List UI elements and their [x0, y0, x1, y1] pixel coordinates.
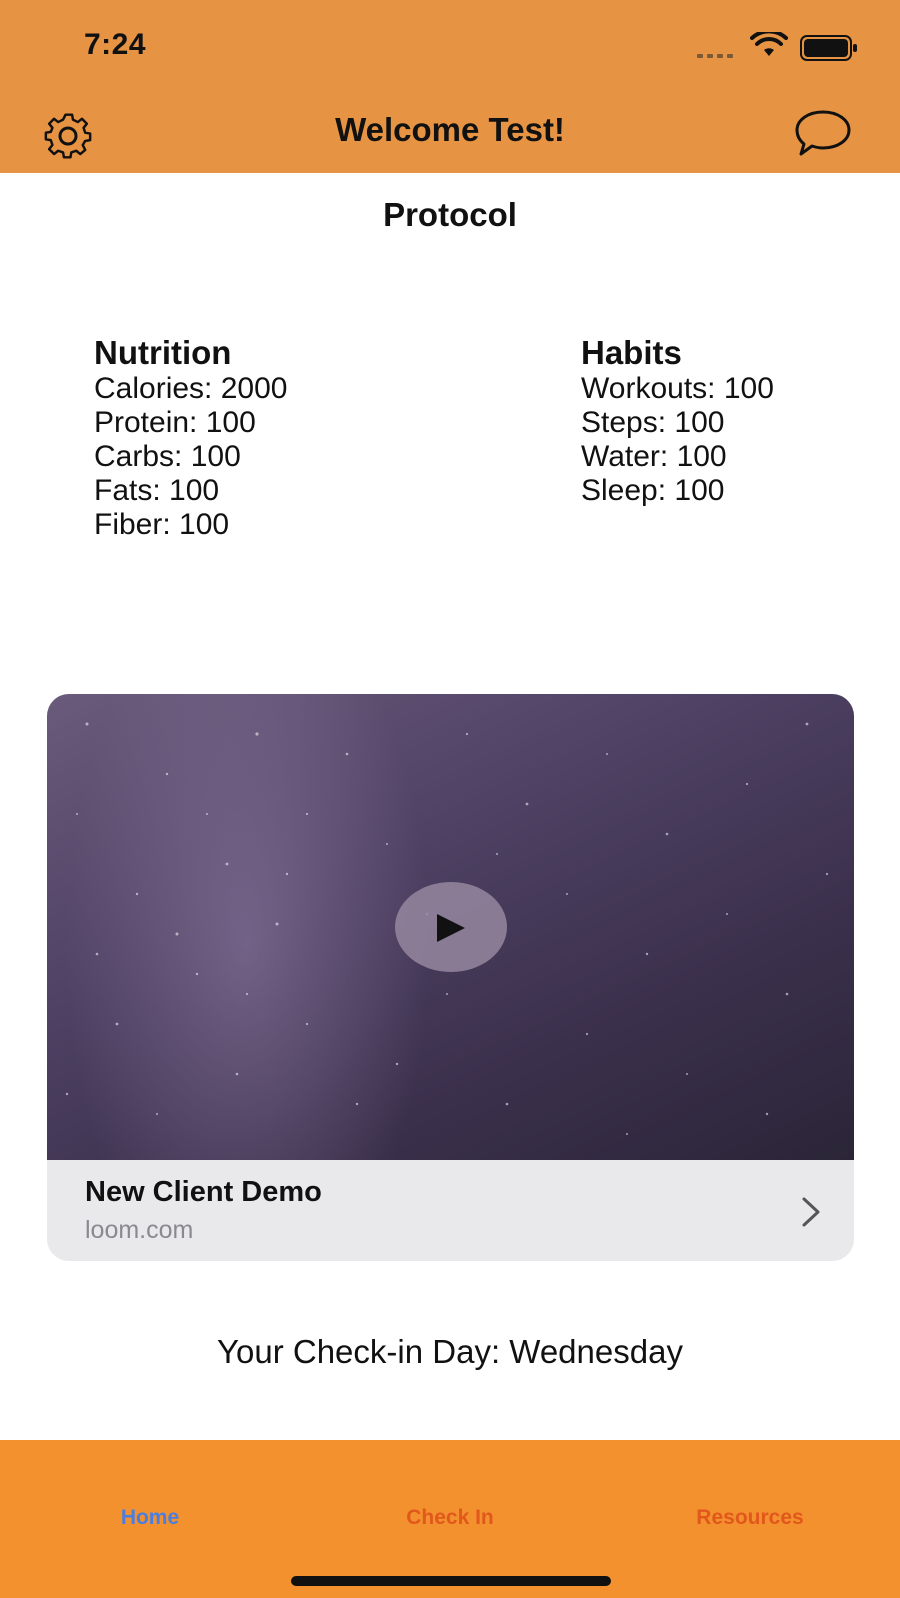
play-button[interactable] [395, 882, 507, 972]
habits-row: Steps: 100 [581, 406, 725, 439]
nutrition-row: Calories: 2000 [94, 372, 288, 405]
card-domain: loom.com [85, 1216, 194, 1244]
nutrition-row: Protein: 100 [94, 406, 256, 439]
tab-resources[interactable]: Resources [600, 1506, 900, 1530]
tab-home[interactable]: Home [0, 1506, 300, 1530]
chat-bubble-icon[interactable] [793, 108, 853, 158]
nutrition-row: Fats: 100 [94, 474, 220, 507]
home-indicator [291, 1576, 611, 1586]
cellular-signal-icon [697, 54, 733, 58]
video-thumbnail[interactable] [47, 694, 854, 1160]
nutrition-row: Fiber: 100 [94, 508, 230, 541]
status-time: 7:24 [84, 28, 147, 61]
play-icon [437, 914, 465, 942]
habits-row: Workouts: 100 [581, 372, 774, 405]
habits-section: Habits Workouts: 100 Steps: 100 Water: 1… [581, 334, 774, 508]
header-bar: 7:24 Welcome Test! [0, 0, 900, 173]
protocol-title: Protocol [383, 196, 517, 233]
tab-bar: Home Check In Resources [0, 1440, 900, 1598]
nav-title: Welcome Test! [335, 111, 565, 148]
video-link-card[interactable]: New Client Demo loom.com [47, 694, 854, 1261]
nutrition-section: Nutrition Calories: 2000 Protein: 100 Ca… [94, 334, 287, 542]
battery-icon [800, 35, 857, 61]
nutrition-row: Carbs: 100 [94, 440, 241, 473]
habits-heading: Habits [581, 334, 682, 371]
wifi-icon [750, 32, 788, 56]
habits-row: Water: 100 [581, 440, 727, 473]
card-footer[interactable]: New Client Demo loom.com [47, 1160, 854, 1261]
habits-row: Sleep: 100 [581, 474, 725, 507]
tab-check-in[interactable]: Check In [300, 1506, 600, 1530]
nutrition-heading: Nutrition [94, 334, 232, 371]
chevron-right-icon [802, 1197, 820, 1227]
app-screen: 7:24 Welcome Test! Protocol Nutrition Ca… [0, 0, 900, 1598]
checkin-day-text: Your Check-in Day: Wednesday [217, 1333, 683, 1370]
card-title: New Client Demo [85, 1176, 322, 1208]
